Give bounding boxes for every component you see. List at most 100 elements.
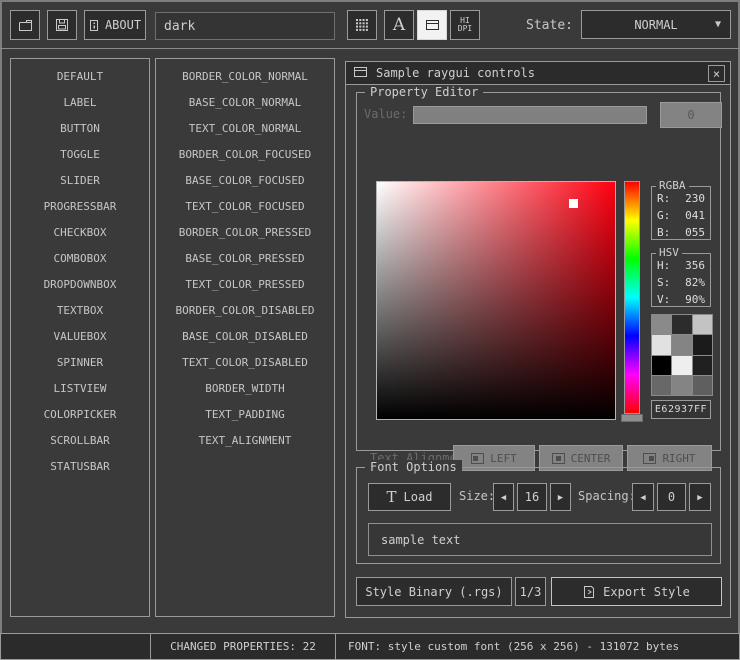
font-spacing-increase-button[interactable]: ▶ — [689, 483, 711, 511]
list-item-border-color-normal[interactable]: BORDER_COLOR_NORMAL — [156, 64, 334, 90]
font-load-button[interactable]: T Load — [368, 483, 451, 511]
chevron-down-icon: ▼ — [715, 19, 721, 30]
palette-swatch[interactable] — [672, 315, 691, 334]
list-item-text-color-pressed[interactable]: TEXT_COLOR_PRESSED — [156, 272, 334, 298]
color-picker-cursor[interactable] — [569, 199, 578, 208]
list-item-text-color-normal[interactable]: TEXT_COLOR_NORMAL — [156, 116, 334, 142]
list-item-border-color-focused[interactable]: BORDER_COLOR_FOCUSED — [156, 142, 334, 168]
palette-swatch[interactable] — [652, 335, 671, 354]
palette-swatch[interactable] — [652, 315, 671, 334]
value-box[interactable]: 0 — [660, 102, 722, 128]
list-item-base-color-pressed[interactable]: BASE_COLOR_PRESSED — [156, 246, 334, 272]
open-file-button[interactable] — [10, 10, 40, 40]
hue-slider-handle[interactable] — [621, 414, 643, 422]
list-item-colorpicker[interactable]: COLORPICKER — [11, 402, 149, 428]
list-item-toggle[interactable]: TOGGLE — [11, 142, 149, 168]
font-options-group: Font Options T Load Size: ◀ 16 ▶ Spacing… — [356, 467, 721, 564]
palette-swatch[interactable] — [672, 356, 691, 375]
right-arrow-icon: ▶ — [558, 493, 563, 503]
style-table-button[interactable] — [347, 10, 377, 40]
list-item-text-color-focused[interactable]: TEXT_COLOR_FOCUSED — [156, 194, 334, 220]
statusbar-font-info: FONT: style custom font (256 x 256) - 13… — [335, 633, 740, 660]
left-arrow-icon: ◀ — [640, 493, 645, 503]
list-item-border-width[interactable]: BORDER_WIDTH — [156, 376, 334, 402]
palette-swatch[interactable] — [693, 376, 712, 395]
list-item-border-color-pressed[interactable]: BORDER_COLOR_PRESSED — [156, 220, 334, 246]
font-size-decrease-button[interactable]: ◀ — [493, 483, 514, 511]
palette-swatch[interactable] — [693, 315, 712, 334]
statusbar-changed-properties: CHANGED PROPERTIES: 22 — [150, 633, 336, 660]
value-slider[interactable] — [413, 106, 647, 124]
hsv-saturation-row: S:82% — [652, 274, 710, 291]
rgba-blue-row: B:055 — [652, 224, 710, 241]
rguistyler-app: ABOUT A HI DPI State: — [0, 0, 740, 660]
hex-color-input[interactable]: E62937FF — [651, 400, 711, 419]
color-picker-square[interactable] — [376, 181, 616, 420]
hidpi-button[interactable]: HI DPI — [450, 10, 480, 40]
list-item-text-color-disabled[interactable]: TEXT_COLOR_DISABLED — [156, 350, 334, 376]
close-button[interactable]: × — [708, 65, 725, 82]
font-spacing-decrease-button[interactable]: ◀ — [632, 483, 654, 511]
window-titlebar[interactable]: Sample raygui controls — [346, 62, 730, 85]
align-left-label: LEFT — [490, 452, 517, 465]
palette-swatch[interactable] — [672, 376, 691, 395]
rgba-group: RGBA R:230 G:041 B:055 — [651, 186, 711, 240]
align-left-icon — [471, 453, 484, 464]
about-button[interactable]: ABOUT — [84, 10, 146, 40]
font-size-increase-button[interactable]: ▶ — [550, 483, 571, 511]
list-item-text-padding[interactable]: TEXT_PADDING — [156, 402, 334, 428]
list-item-default[interactable]: DEFAULT — [11, 64, 149, 90]
palette-swatch[interactable] — [652, 376, 671, 395]
align-right-label: RIGHT — [662, 452, 695, 465]
hsv-hue-row: H:356 — [652, 257, 710, 274]
left-arrow-icon: ◀ — [501, 493, 506, 503]
close-icon: × — [713, 67, 720, 81]
font-spacing-value: 0 — [668, 490, 675, 504]
font-spacing-value-box[interactable]: 0 — [657, 483, 686, 511]
sample-text-input[interactable]: sample text — [368, 523, 712, 556]
font-atlas-button[interactable]: A — [384, 10, 414, 40]
export-icon — [583, 585, 596, 599]
list-item-checkbox[interactable]: CHECKBOX — [11, 220, 149, 246]
format-page-button[interactable]: 1/3 — [515, 577, 546, 606]
list-item-scrollbar[interactable]: SCROLLBAR — [11, 428, 149, 454]
hidpi-label-line2: DPI — [458, 25, 472, 33]
list-item-base-color-disabled[interactable]: BASE_COLOR_DISABLED — [156, 324, 334, 350]
font-options-group-label: Font Options — [365, 460, 462, 474]
list-item-textbox[interactable]: TEXTBOX — [11, 298, 149, 324]
property-editor-group-label: Property Editor — [365, 85, 483, 99]
align-center-label: CENTER — [571, 452, 611, 465]
color-palette — [651, 314, 713, 396]
list-item-border-color-disabled[interactable]: BORDER_COLOR_DISABLED — [156, 298, 334, 324]
palette-swatch[interactable] — [652, 356, 671, 375]
list-item-progressbar[interactable]: PROGRESSBAR — [11, 194, 149, 220]
state-dropdown[interactable]: NORMAL ▼ — [581, 10, 731, 39]
export-style-button[interactable]: Export Style — [551, 577, 722, 606]
list-item-slider[interactable]: SLIDER — [11, 168, 149, 194]
list-item-combobox[interactable]: COMBOBOX — [11, 246, 149, 272]
hsv-group: HSV H:356 S:82% V:90% — [651, 253, 711, 307]
list-item-statusbar[interactable]: STATUSBAR — [11, 454, 149, 480]
hsv-value-row: V:90% — [652, 291, 710, 308]
export-style-label: Export Style — [603, 585, 690, 599]
font-size-value-box[interactable]: 16 — [517, 483, 547, 511]
list-item-label[interactable]: LABEL — [11, 90, 149, 116]
list-item-listview[interactable]: LISTVIEW — [11, 376, 149, 402]
palette-swatch[interactable] — [672, 335, 691, 354]
controls-window-button[interactable] — [417, 10, 447, 40]
export-format-dropdown[interactable]: Style Binary (.rgs) — [356, 577, 512, 606]
list-item-dropdownbox[interactable]: DROPDOWNBOX — [11, 272, 149, 298]
style-name-input[interactable] — [155, 12, 335, 40]
list-item-base-color-focused[interactable]: BASE_COLOR_FOCUSED — [156, 168, 334, 194]
palette-swatch[interactable] — [693, 356, 712, 375]
window-icon — [353, 66, 368, 81]
save-file-button[interactable] — [47, 10, 77, 40]
palette-swatch[interactable] — [693, 335, 712, 354]
hue-bar[interactable] — [624, 181, 640, 414]
list-item-button[interactable]: BUTTON — [11, 116, 149, 142]
list-item-base-color-normal[interactable]: BASE_COLOR_NORMAL — [156, 90, 334, 116]
sample-controls-window: Sample raygui controls × Property Editor… — [345, 61, 731, 618]
list-item-text-alignment[interactable]: TEXT_ALIGNMENT — [156, 428, 334, 454]
list-item-valuebox[interactable]: VALUEBOX — [11, 324, 149, 350]
list-item-spinner[interactable]: SPINNER — [11, 350, 149, 376]
